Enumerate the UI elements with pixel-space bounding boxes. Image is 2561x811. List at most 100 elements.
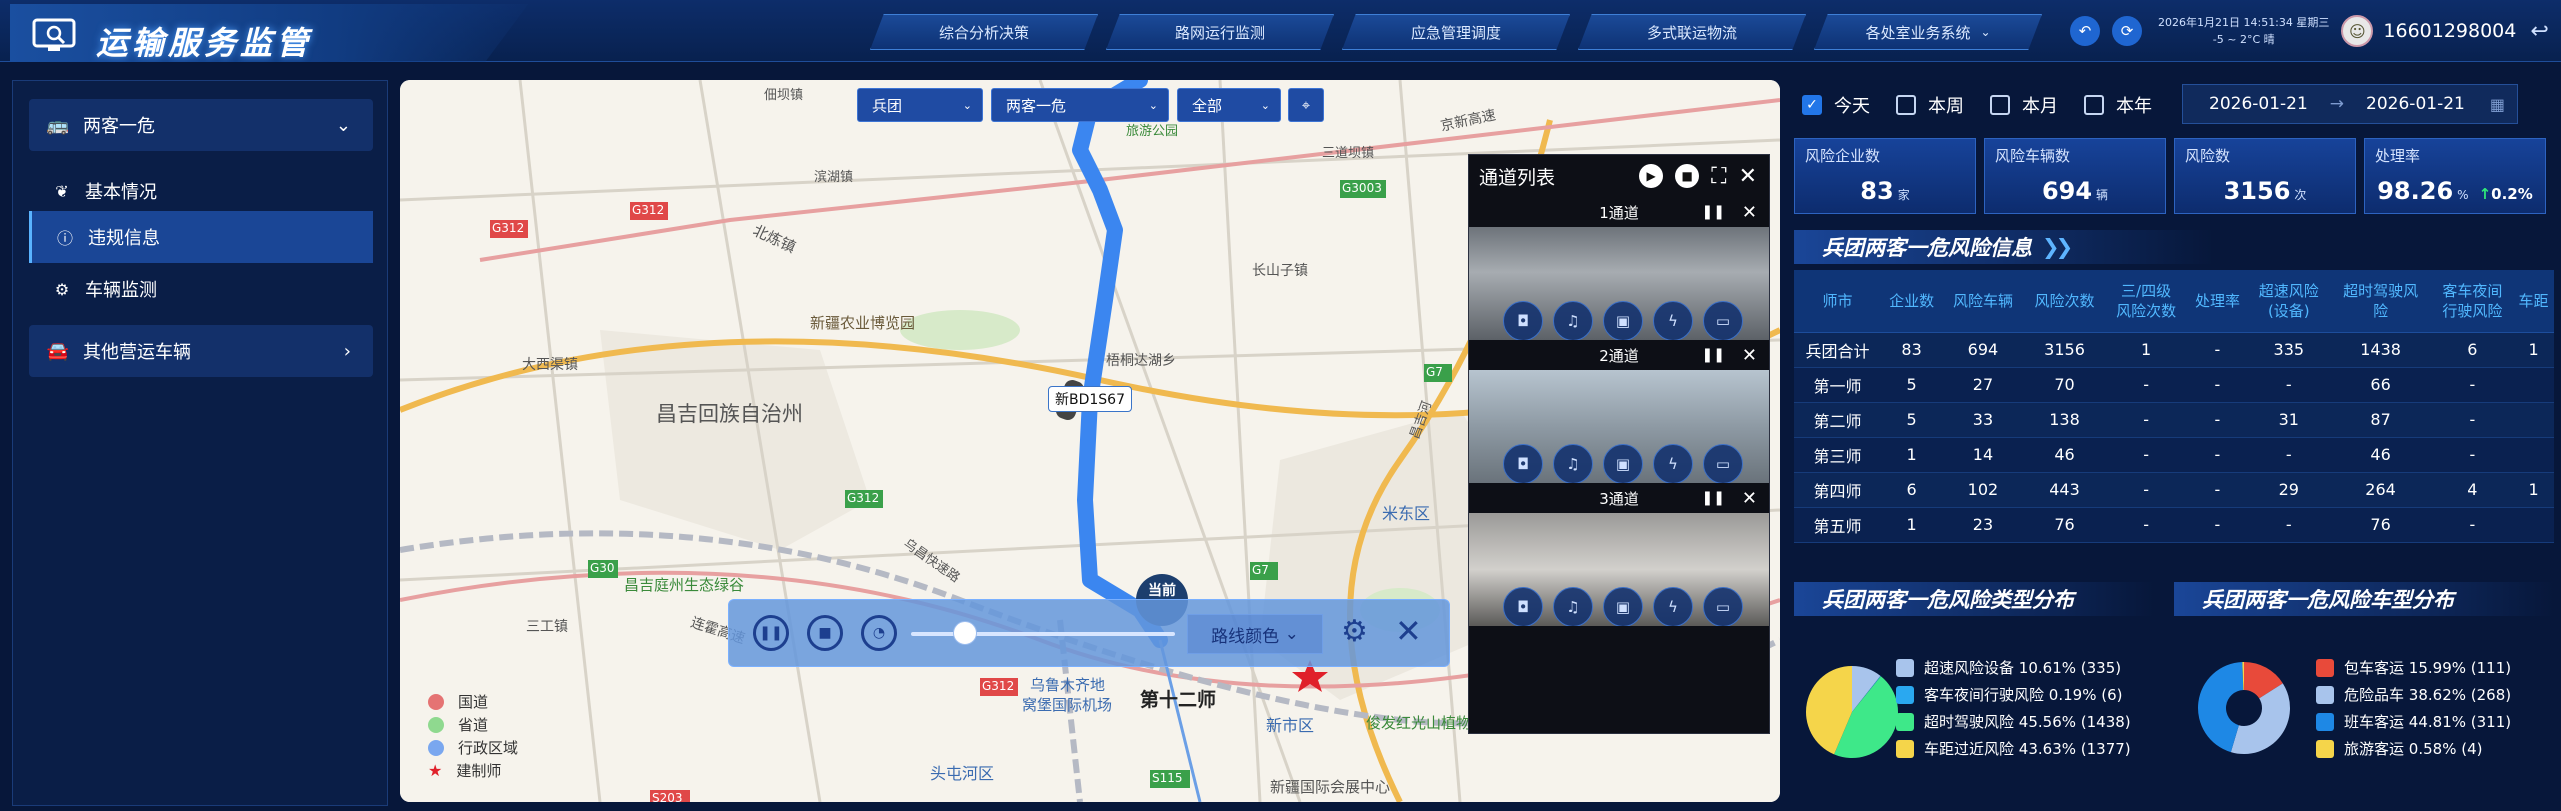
type-select[interactable]: 两客一危 ⌄ <box>991 88 1169 122</box>
map-view[interactable]: G312 G312 G312 G312 G30 G3003 G7 G7 S115… <box>400 80 1780 802</box>
playback-slider[interactable] <box>911 621 1175 645</box>
table-cell: 66 <box>2329 367 2432 403</box>
pause-icon[interactable]: ❚❚ <box>753 615 789 651</box>
nav-tab-business-systems[interactable]: 各处室业务系统 ⌄ <box>1814 14 2042 50</box>
arrow-up-icon: ↑ <box>2478 185 2492 203</box>
location-pin-icon[interactable]: ⌖ <box>1288 88 1324 122</box>
screen-icon[interactable]: ▭ <box>1703 587 1743 626</box>
slider-handle[interactable] <box>953 621 977 645</box>
period-year[interactable]: 本年 <box>2084 92 2152 118</box>
table-cell: 76 <box>2329 507 2432 543</box>
logout-icon[interactable]: ↩ <box>2530 19 2548 44</box>
checkbox-icon[interactable] <box>2084 95 2104 115</box>
camera-icon[interactable]: ◘ <box>1503 301 1543 340</box>
channel-video[interactable]: ◘ ♫ ▣ ϟ ▭ <box>1469 513 1769 626</box>
sidebar-group-other-vehicles[interactable]: 🚘 其他营运车辆 › <box>29 325 373 377</box>
sidebar-item-violations[interactable]: ⓘ 违规信息 <box>29 211 373 263</box>
record-icon[interactable]: ▣ <box>1603 444 1643 483</box>
table-cell: - <box>2186 472 2249 508</box>
nav-tab-emergency[interactable]: 应急管理调度 <box>1342 14 1570 50</box>
vehicle-type-donut <box>2198 662 2290 754</box>
legend-item: 国道 <box>428 690 518 713</box>
calendar-icon[interactable]: ▦ <box>2490 95 2505 114</box>
top-bar: 运输服务监管 综合分析决策 路网运行监测 应急管理调度 多式联运物流 各处室业务… <box>0 0 2561 62</box>
speaker-icon[interactable]: ♫ <box>1553 301 1593 340</box>
table-row[interactable]: 兵团合计 83 694 3156 1-335 1438 6 1 <box>1794 332 2554 368</box>
speaker-icon[interactable]: ♫ <box>1553 587 1593 626</box>
checkbox-checked-icon[interactable]: ✓ <box>1802 95 1822 115</box>
division-label: 第十二师 <box>1140 689 1217 711</box>
legend-swatch <box>428 739 444 756</box>
table-header: 师市 <box>1794 270 1881 333</box>
sidebar-item-vehicle-monitor[interactable]: ⚙ 车辆监测 <box>29 263 373 315</box>
fullscreen-icon[interactable]: ⛶ <box>1711 164 1726 189</box>
table-row[interactable]: 第二师 5 33 138- -31 87- <box>1794 402 2554 438</box>
flash-icon[interactable]: ϟ <box>1653 301 1693 340</box>
scope-select[interactable]: 全部 ⌄ <box>1177 88 1281 122</box>
channel-video[interactable]: ◘ ♫ ▣ ϟ ▭ <box>1469 227 1769 340</box>
close-icon[interactable]: ✕ <box>1742 488 1757 509</box>
pause-icon[interactable]: ❚❚ <box>1702 347 1725 363</box>
close-icon[interactable]: ✕ <box>1739 164 1757 189</box>
period-month[interactable]: 本月 <box>1990 92 2058 118</box>
speed-gauge-icon[interactable]: ◔ <box>861 615 897 651</box>
checkbox-icon[interactable] <box>1990 95 2010 115</box>
stop-all-icon[interactable]: ■ <box>1675 163 1700 188</box>
table-row[interactable]: 第五师 1 23 76- - -76- <box>1794 507 2554 543</box>
legend-swatch <box>428 693 444 710</box>
speaker-icon[interactable]: ♫ <box>1553 444 1593 483</box>
username[interactable]: 16601298004 <box>2383 20 2516 42</box>
legend-count: (311) <box>2470 712 2512 731</box>
period-today[interactable]: ✓ 今天 <box>1802 92 1870 118</box>
back-icon[interactable]: ↶ <box>2070 16 2100 46</box>
table-row[interactable]: 第四师 6 102 443- -29 264 4 1 <box>1794 472 2554 508</box>
record-icon[interactable]: ▣ <box>1603 587 1643 626</box>
close-icon[interactable]: ✕ <box>1742 202 1757 223</box>
screen-icon[interactable]: ▭ <box>1703 301 1743 340</box>
unit-select[interactable]: 兵团 ⌄ <box>857 88 983 122</box>
stop-icon[interactable]: ■ <box>807 615 843 651</box>
avatar[interactable]: ☺ <box>2341 15 2374 47</box>
date-range-picker[interactable]: 2026-01-21 → 2026-01-21 ▦ <box>2182 84 2518 124</box>
checkbox-icon[interactable] <box>1896 95 1916 115</box>
pause-icon[interactable]: ❚❚ <box>1702 490 1725 506</box>
camera-icon[interactable]: ◘ <box>1503 444 1543 483</box>
current-position-marker[interactable]: 当前 <box>1148 580 1176 600</box>
close-icon[interactable]: ✕ <box>1395 612 1422 650</box>
close-icon[interactable]: ✕ <box>1742 345 1757 366</box>
table-cell: 14 <box>1942 437 2024 473</box>
nav-tab-analysis[interactable]: 综合分析决策 <box>870 14 1098 50</box>
flash-icon[interactable]: ϟ <box>1653 444 1693 483</box>
start-date[interactable]: 2026-01-21 <box>2209 94 2308 114</box>
legend-pct: 45.56% <box>2018 712 2076 731</box>
table-row[interactable]: 第三师 1 14 46- - -46- <box>1794 437 2554 473</box>
refresh-icon[interactable]: ⟳ <box>2112 16 2142 46</box>
table-row[interactable]: 第一师 5 27 70- - -66- <box>1794 367 2554 403</box>
nav-tab-road-monitor[interactable]: 路网运行监测 <box>1106 14 1334 50</box>
gear-icon[interactable]: ⚙ <box>1341 614 1368 649</box>
nav-tab-multimodal[interactable]: 多式联运物流 <box>1578 14 1806 50</box>
legend-swatch <box>1896 658 1914 677</box>
chevron-down-icon: ⌄ <box>962 98 972 112</box>
legend-swatch <box>2316 712 2334 731</box>
period-week[interactable]: 本周 <box>1896 92 1964 118</box>
play-all-icon[interactable]: ▶ <box>1639 163 1664 188</box>
sidebar-group-label: 其他营运车辆 <box>83 342 191 363</box>
legend-pct: 43.63% <box>2018 739 2076 758</box>
datetime-text: 2026年1月21日 14:51:34 星期三 <box>2158 16 2330 29</box>
risk-table: 师市 企业数 风险车辆 风险次数 三/四级 风险次数 处理率 超速风险 (设备) 超时驾驶风险客车… <box>1794 270 2554 543</box>
screen-icon[interactable]: ▭ <box>1703 444 1743 483</box>
sidebar-item-basic[interactable]: ❦ 基本情况 <box>29 165 373 217</box>
pause-icon[interactable]: ❚❚ <box>1702 204 1725 220</box>
kpi-risk-vehicles: 风险车辆数 694 辆 <box>1984 138 2166 214</box>
vehicle-plate-tag[interactable]: 新BD1S67 <box>1048 386 1132 412</box>
end-date[interactable]: 2026-01-21 <box>2366 94 2465 114</box>
flash-icon[interactable]: ϟ <box>1653 587 1693 626</box>
channel-video[interactable]: ◘ ♫ ▣ ϟ ▭ <box>1469 370 1769 483</box>
place-label: 米东区 <box>1382 504 1431 523</box>
sidebar-group-two-passenger[interactable]: 🚌 两客一危 ⌄ <box>29 99 373 151</box>
record-icon[interactable]: ▣ <box>1603 301 1643 340</box>
route-color-dropdown[interactable]: 路线颜色 ⌄ <box>1187 614 1323 654</box>
right-panel: ✓ 今天 本周 本月 本年 2026-01-21 → 2026-01-21 ▦ 风… <box>1788 80 2554 806</box>
camera-icon[interactable]: ◘ <box>1503 587 1543 626</box>
